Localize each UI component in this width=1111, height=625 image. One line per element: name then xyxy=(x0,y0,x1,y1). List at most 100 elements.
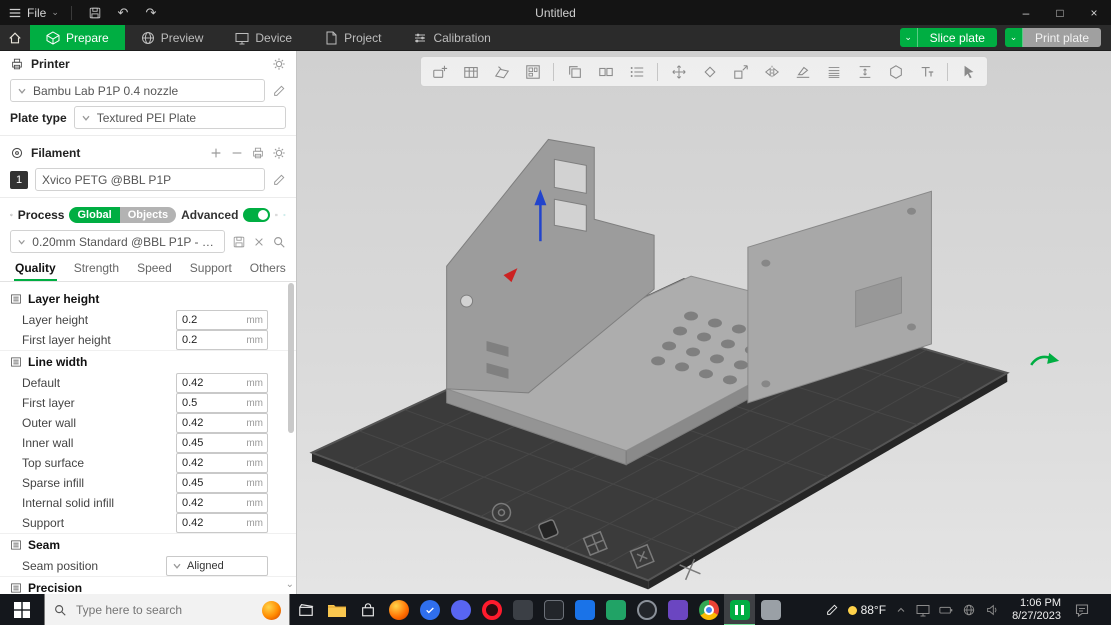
printer-settings-gear-icon[interactable] xyxy=(272,57,286,71)
param-input[interactable]: mm xyxy=(176,393,268,413)
viewport-3d[interactable]: Bambu Lab xyxy=(297,51,1111,594)
chrome-icon xyxy=(699,600,719,620)
section-seam[interactable]: Seam xyxy=(0,533,296,556)
tab-preview[interactable]: Preview xyxy=(125,25,220,50)
redo-button[interactable]: ↷ xyxy=(140,3,162,23)
network-icon[interactable] xyxy=(962,603,976,617)
printer-section-header: Printer xyxy=(0,51,296,77)
section-precision[interactable]: Precision xyxy=(0,576,296,599)
taskbar-app-generic-gray[interactable] xyxy=(755,594,786,625)
magic-wand-icon[interactable] xyxy=(283,208,286,222)
search-settings-icon[interactable] xyxy=(272,235,286,249)
seam-position-select[interactable]: Aligned xyxy=(166,556,268,576)
param-label: Support xyxy=(22,516,176,530)
undo-button[interactable]: ↶ xyxy=(112,3,134,23)
clock[interactable]: 1:06 PM 8/27/2023 xyxy=(1008,597,1065,623)
taskbar-app-opera[interactable] xyxy=(476,594,507,625)
printer-icon xyxy=(10,57,24,71)
home-button[interactable] xyxy=(0,25,30,50)
pen-icon[interactable] xyxy=(825,603,839,617)
scroll-down-icon[interactable]: ⌄ xyxy=(286,579,294,590)
print-dropdown-chevron-icon[interactable]: ⌄ xyxy=(1005,28,1023,47)
process-preset-select[interactable]: 0.20mm Standard @BBL P1P - Cubic xyxy=(10,230,225,253)
slice-dropdown-chevron-icon[interactable]: ⌄ xyxy=(900,28,918,47)
taskbar-app-chrome[interactable] xyxy=(693,594,724,625)
tab-prepare[interactable]: Prepare xyxy=(30,25,125,50)
param-input[interactable]: mm xyxy=(176,493,268,513)
tab-device[interactable]: Device xyxy=(219,25,308,50)
delete-preset-icon[interactable] xyxy=(253,236,265,248)
volume-icon[interactable] xyxy=(985,603,999,617)
section-line-width[interactable]: Line width xyxy=(0,350,296,373)
save-preset-icon[interactable] xyxy=(232,235,246,249)
taskbar-app-generic-1[interactable] xyxy=(507,594,538,625)
edit-filament-pencil-icon[interactable] xyxy=(272,173,286,187)
tab-quality[interactable]: Quality xyxy=(6,255,65,281)
param-input[interactable]: mm xyxy=(176,310,268,330)
tab-project[interactable]: Project xyxy=(308,25,397,50)
maximize-button[interactable]: □ xyxy=(1043,0,1077,25)
remove-filament-icon[interactable] xyxy=(230,146,244,160)
taskbar-app-generic-green[interactable] xyxy=(600,594,631,625)
taskbar-app-file-explorer[interactable] xyxy=(321,594,352,625)
save-button[interactable] xyxy=(84,3,106,23)
print-plate-button[interactable]: ⌄ Print plate xyxy=(1005,28,1101,47)
taskbar-app-generic-purple[interactable] xyxy=(662,594,693,625)
taskbar-app-generic-blue[interactable] xyxy=(569,594,600,625)
param-input[interactable]: mm xyxy=(176,413,268,433)
section-icon xyxy=(10,582,22,594)
tray-expand-chevron-icon[interactable] xyxy=(895,604,907,616)
taskbar-app-generic-ring[interactable] xyxy=(631,594,662,625)
tab-others[interactable]: Others xyxy=(241,255,295,281)
taskbar-app-store[interactable] xyxy=(352,594,383,625)
add-filament-icon[interactable] xyxy=(209,146,223,160)
minimize-button[interactable]: – xyxy=(1009,0,1043,25)
global-toggle[interactable]: Global xyxy=(69,207,119,223)
taskbar-app-firefox[interactable] xyxy=(383,594,414,625)
param-input[interactable]: mm xyxy=(176,330,268,350)
section-layer-height[interactable]: Layer height xyxy=(0,288,296,310)
taskbar-app-generic-2[interactable] xyxy=(538,594,569,625)
advanced-toggle-switch[interactable] xyxy=(243,208,270,222)
filament-index-badge[interactable]: 1 xyxy=(10,171,28,189)
divider xyxy=(71,6,72,20)
close-button[interactable]: × xyxy=(1077,0,1111,25)
search-highlight-icon[interactable] xyxy=(262,601,281,620)
taskbar-app-discord[interactable] xyxy=(445,594,476,625)
action-center-icon[interactable] xyxy=(1074,602,1090,618)
filament-preset-select[interactable]: Xvico PETG @BBL P1P xyxy=(35,168,265,191)
battery-icon[interactable] xyxy=(939,603,953,617)
rotate-handle-icon[interactable] xyxy=(1031,353,1059,365)
tab-speed[interactable]: Speed xyxy=(128,255,181,281)
monitor-tray-icon[interactable] xyxy=(916,603,930,617)
param-label: Seam position xyxy=(22,559,166,573)
filament-settings-gear-icon[interactable] xyxy=(272,146,286,160)
calibration-icon xyxy=(413,31,427,45)
param-input[interactable]: mm xyxy=(176,433,268,453)
param-input[interactable]: mm xyxy=(176,473,268,493)
firefox-icon xyxy=(389,600,409,620)
printer-preset-select[interactable]: Bambu Lab P1P 0.4 nozzle xyxy=(10,79,265,102)
param-input[interactable]: mm xyxy=(176,373,268,393)
options-list-icon[interactable] xyxy=(275,208,278,222)
divider xyxy=(0,135,296,136)
parameter-tabs: Quality Strength Speed Support Others xyxy=(0,255,296,282)
slice-plate-button[interactable]: ⌄ Slice plate xyxy=(900,28,997,47)
search-input[interactable] xyxy=(74,602,255,618)
sync-filament-icon[interactable] xyxy=(251,146,265,160)
sidebar-scrollbar[interactable] xyxy=(288,283,294,433)
tab-calibration[interactable]: Calibration xyxy=(397,25,506,50)
tab-support[interactable]: Support xyxy=(181,255,241,281)
taskbar-app-bambu-studio[interactable] xyxy=(724,594,755,625)
tab-strength[interactable]: Strength xyxy=(65,255,128,281)
scene-3d[interactable]: Bambu Lab xyxy=(297,51,1111,594)
param-input[interactable]: mm xyxy=(176,513,268,533)
weather-widget[interactable]: 88°F xyxy=(848,603,886,617)
plate-type-select[interactable]: Textured PEI Plate xyxy=(74,106,286,129)
edit-printer-pencil-icon[interactable] xyxy=(272,84,286,98)
param-input[interactable]: mm xyxy=(176,453,268,473)
section-icon xyxy=(10,293,22,305)
taskbar-app-verified[interactable] xyxy=(414,594,445,625)
objects-toggle[interactable]: Objects xyxy=(120,207,176,223)
file-menu[interactable]: File ⌄ xyxy=(8,6,59,20)
